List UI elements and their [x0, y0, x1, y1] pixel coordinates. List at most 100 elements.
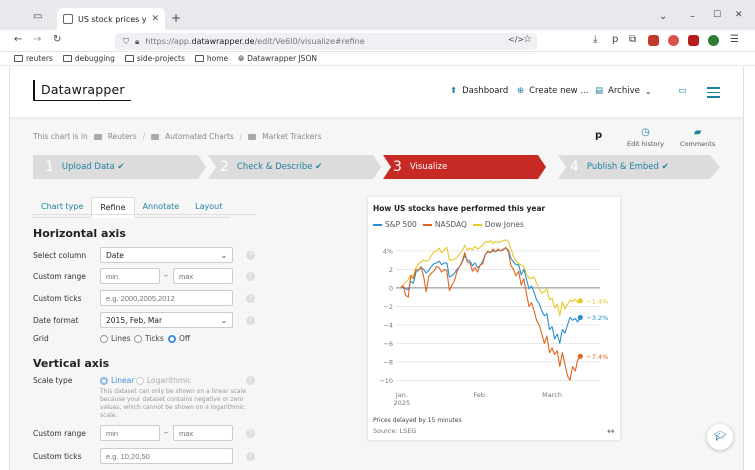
extension-2-icon[interactable]	[668, 35, 679, 46]
comment-icon: ▰	[693, 127, 702, 138]
tab-title: US stock prices year to da	[78, 14, 147, 24]
plus-circle-icon: ⊕	[517, 86, 525, 96]
shield-icon: ⛉	[123, 36, 129, 46]
minimize-icon[interactable]: –	[690, 12, 695, 22]
step-publish-embed[interactable]: 4 Publish & Embed ✔	[562, 155, 669, 179]
chevron-down-icon: ⌄	[644, 86, 652, 96]
globe-icon: 🌐︎	[238, 53, 245, 63]
step-check-describe[interactable]: 2 Check & Describe ✔	[212, 155, 322, 179]
h-custom-ticks-input[interactable]	[100, 290, 233, 306]
scale-logarithmic-radio[interactable]: Logarithmic	[136, 376, 191, 385]
url-bar[interactable]: ⛉ 🔒︎ https://app.datawrapper.de/edit/Ve6…	[115, 33, 537, 50]
h-range-max-input[interactable]	[173, 268, 233, 284]
hamburger-menu-icon[interactable]	[707, 87, 720, 101]
help-icon[interactable]: ?	[246, 452, 255, 461]
lock-icon: 🔒︎	[135, 36, 140, 46]
series-end-point	[577, 353, 583, 359]
legend-nasdaq: NASDAQ	[422, 220, 467, 229]
help-icon[interactable]: ?	[246, 251, 255, 260]
tab-list-icon[interactable]: ⌄	[659, 12, 667, 22]
chart-title: How US stocks have performed this year	[373, 204, 546, 213]
help-icon[interactable]: ?	[246, 429, 255, 438]
bookmark-datawrapper-json[interactable]: 🌐︎ Datawrapper JSON	[238, 54, 317, 64]
x-tick-label: March	[542, 391, 562, 399]
p-logo-icon: p	[595, 130, 603, 141]
browser-nav-bar: ← → ↻ ⛉ 🔒︎ https://app.datawrapper.de/ed…	[0, 30, 755, 52]
clock-icon: ◷	[641, 127, 650, 138]
select-column-dropdown[interactable]: Date ⌄	[100, 247, 233, 263]
tab-close-icon[interactable]: ✕	[151, 14, 159, 24]
help-icon[interactable]: ?	[246, 376, 255, 385]
h-range-min-input[interactable]	[100, 268, 160, 284]
y-tick-label: −10	[379, 377, 393, 385]
tab-favicon-icon	[63, 14, 73, 24]
bookmark-star-icon[interactable]: ☆	[523, 35, 532, 45]
chart-preview: How US stocks have performed this year S…	[368, 197, 620, 440]
reader-view-icon[interactable]: </>	[508, 36, 524, 44]
series-line-nasdaq	[400, 246, 581, 381]
breadcrumb-market-trackers[interactable]: Market Trackers	[262, 132, 321, 141]
nav-dashboard[interactable]: ⬆ Dashboard	[450, 86, 508, 96]
edit-history-button[interactable]: ◷ Edit history	[627, 127, 664, 148]
v-custom-ticks-input[interactable]	[100, 448, 233, 464]
legend-sp500: S&P 500	[373, 220, 417, 229]
bookmarks-bar: reuters debugging side-projects home 🌐︎ D…	[0, 52, 755, 66]
horizontal-axis-title: Horizontal axis	[33, 227, 126, 240]
extension-1-icon[interactable]	[648, 35, 659, 46]
chevron-down-icon: ⌄	[220, 250, 227, 260]
back-icon[interactable]: ←	[14, 35, 22, 45]
graduation-cap-icon[interactable]: 🎓︎	[707, 424, 733, 450]
v-custom-range-label: Custom range	[33, 429, 86, 438]
grid-ticks-radio[interactable]: Ticks	[134, 334, 164, 343]
bookmark-side-projects[interactable]: side-projects	[124, 54, 185, 63]
laptop-icon[interactable]: ▭	[678, 86, 687, 96]
series-end-point	[577, 314, 583, 321]
scale-linear-radio[interactable]: Linear	[100, 376, 134, 385]
menu-icon[interactable]: ☰	[730, 35, 739, 45]
bookmark-debugging[interactable]: debugging	[62, 54, 115, 63]
x-tick-label: Feb.	[473, 391, 487, 399]
y-tick-label: −4	[383, 321, 393, 329]
v-range-max-input[interactable]	[173, 425, 233, 441]
resize-handle-icon[interactable]: ↔	[607, 427, 615, 437]
close-window-icon[interactable]: ✕	[735, 11, 743, 20]
series-line-s-p-500	[400, 247, 581, 344]
help-icon[interactable]: ?	[246, 316, 255, 325]
help-icon[interactable]: ?	[246, 272, 255, 281]
new-tab-icon[interactable]: +	[171, 12, 181, 24]
p-tool-button[interactable]: p	[595, 130, 602, 143]
extension-puzzle-icon[interactable]: ⧉	[629, 35, 636, 45]
extension-4-icon[interactable]	[708, 35, 719, 46]
nav-create-new[interactable]: ⊕ Create new ...	[517, 86, 588, 96]
comments-button[interactable]: ▰ Comments	[680, 127, 715, 148]
maximize-icon[interactable]: ☐	[713, 11, 721, 20]
step-upload-data[interactable]: 1 Upload Data ✔	[37, 155, 125, 179]
nav-archive[interactable]: ▤ Archive ⌄	[595, 86, 652, 96]
download-icon[interactable]: ⤓	[593, 35, 597, 45]
browser-tab[interactable]: US stock prices year to da ✕	[57, 8, 165, 30]
grid-off-radio[interactable]: Off	[168, 334, 190, 343]
tab-overview-icon[interactable]: ▭	[33, 12, 42, 22]
folder-icon	[194, 55, 204, 62]
grid-lines-radio[interactable]: Lines	[100, 334, 131, 343]
extension-3-icon[interactable]	[688, 35, 699, 46]
help-icon[interactable]: ?	[246, 294, 255, 303]
step-visualize[interactable]: 3 Visualize	[385, 155, 447, 179]
datawrapper-app: Datawrapper ⬆ Dashboard ⊕ Create new ...…	[9, 67, 744, 470]
v-range-min-input[interactable]	[100, 425, 160, 441]
breadcrumb-automated-charts[interactable]: Automated Charts	[165, 132, 234, 141]
bookmark-home[interactable]: home	[194, 54, 228, 63]
breadcrumb-reuters[interactable]: Reuters	[108, 132, 137, 141]
chart-notes: Prices delayed by 15 minutes	[373, 417, 462, 424]
pocket-icon[interactable]: p	[612, 35, 618, 45]
url-prefix: https://app.	[145, 37, 192, 46]
x-tick-label: Jan.	[395, 391, 408, 399]
chart-legend: S&P 500 NASDAQ Dow Jones	[373, 220, 524, 229]
reload-icon[interactable]: ↻	[53, 35, 61, 45]
folder-icon	[248, 133, 257, 140]
forward-icon[interactable]: →	[33, 35, 41, 45]
bookmark-reuters[interactable]: reuters	[14, 54, 53, 63]
series-end-label: −3.2%	[586, 314, 608, 322]
date-format-dropdown[interactable]: 2015, Feb, Mar ⌄	[100, 312, 233, 328]
datawrapper-logo[interactable]: Datawrapper	[33, 80, 131, 101]
